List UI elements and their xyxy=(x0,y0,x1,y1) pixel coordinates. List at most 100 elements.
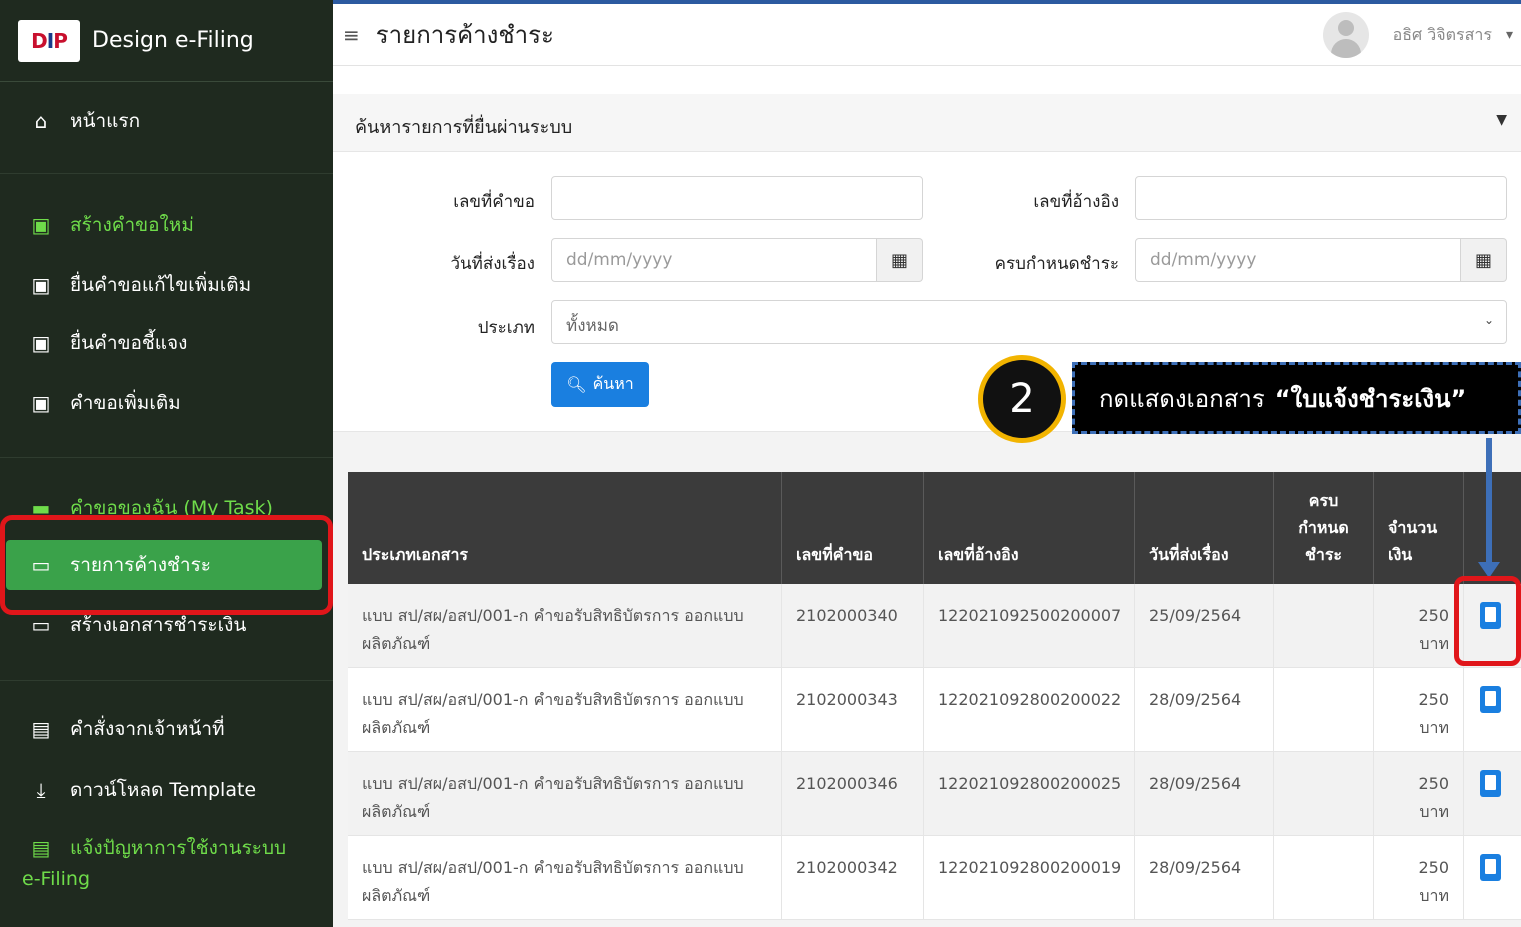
request-no-input[interactable] xyxy=(551,176,923,220)
cell-amount: 250 บาท xyxy=(1374,668,1464,752)
search-button-label: ค้นหา xyxy=(592,374,634,393)
table-row: แบบ สป/สผ/อสป/001-ก คำขอรับสิทธิบัตรการ … xyxy=(348,584,1521,668)
cell-amount: 250 บาท xyxy=(1374,836,1464,920)
sidebar-item-amend-request[interactable]: ▣ ยื่นคำขอแก้ไขเพิ่มเติม xyxy=(0,260,333,310)
cell-request-no: 2102000342 xyxy=(782,836,924,920)
calendar-icon[interactable]: ▦ xyxy=(877,238,923,282)
file-plus-icon: ▣ xyxy=(31,331,51,355)
sidebar-item-label: ดาวน์โหลด Template xyxy=(70,779,257,801)
calendar-icon[interactable]: ▦ xyxy=(1461,238,1507,282)
amount-unit: บาท xyxy=(1419,802,1449,821)
cell-amount: 250 บาท xyxy=(1374,752,1464,836)
search-icon: 🔍︎ xyxy=(566,375,587,394)
dip-logo: DIP xyxy=(18,19,80,62)
amount-unit: บาท xyxy=(1419,886,1449,905)
menu-toggle-icon[interactable]: ≡ xyxy=(343,23,360,47)
cell-due-date xyxy=(1274,752,1374,836)
type-select-value: ทั้งหมด xyxy=(566,316,619,336)
column-header-due-date: ครบ กำหนด ชำระ xyxy=(1274,472,1374,584)
file-icon: ▤ xyxy=(31,717,51,741)
sidebar-divider xyxy=(0,173,333,174)
column-header-reference-no: เลขที่อ้างอิง xyxy=(924,472,1135,584)
cell-reference-no: 122021092500200007 xyxy=(924,584,1135,668)
instruction-text: กดแสดงเอกสาร xyxy=(1099,384,1265,413)
search-panel-title: ค้นหารายการที่ยื่นผ่านระบบ xyxy=(355,117,573,138)
sidebar-divider xyxy=(0,457,333,458)
search-button[interactable]: 🔍︎ ค้นหา xyxy=(551,362,649,407)
sidebar-item-label: คำขอเพิ่มเติม xyxy=(70,392,181,414)
amount-value: 250 xyxy=(1418,690,1449,709)
brand[interactable]: DIP Design e-Filing xyxy=(0,0,333,82)
payment-card-icon: ▭ xyxy=(31,613,51,637)
sidebar-item-label: ยื่นคำขอแก้ไขเพิ่มเติม xyxy=(70,274,252,296)
submit-date-input[interactable]: dd/mm/yyyy xyxy=(551,238,877,282)
sidebar-item-download-template[interactable]: ⤓ ดาวน์โหลด Template xyxy=(0,765,333,815)
cell-request-no: 2102000340 xyxy=(782,584,924,668)
cell-reference-no: 122021092800200019 xyxy=(924,836,1135,920)
file-plus-icon: ▣ xyxy=(31,213,51,237)
amount-value: 250 xyxy=(1418,774,1449,793)
document-icon[interactable] xyxy=(1480,686,1501,713)
file-icon: ▤ xyxy=(31,836,51,860)
step-number-badge: 2 xyxy=(978,355,1066,443)
top-bar: ≡ รายการค้างชำระ อธิศ วิจิตรสาร ▾ xyxy=(333,4,1521,66)
caret-down-icon[interactable]: ▼ xyxy=(1496,112,1507,128)
document-icon[interactable] xyxy=(1480,854,1501,881)
download-icon: ⤓ xyxy=(36,778,46,802)
sidebar-item-report-problem[interactable]: ▤ แจ้งปัญหาการใช้งานระบบ xyxy=(0,823,333,873)
table-header: ประเภทเอกสาร เลขที่คำขอ เลขที่อ้างอิง วั… xyxy=(348,472,1521,584)
chevron-down-icon: ▾ xyxy=(1505,27,1513,43)
search-panel-header[interactable]: ค้นหารายการที่ยื่นผ่านระบบ ▼ xyxy=(333,94,1521,152)
sidebar-item-clarification[interactable]: ▣ ยื่นคำขอชี้แจง xyxy=(0,318,333,368)
pointer-arrow xyxy=(1486,438,1492,568)
due-date-label: ครบกำหนดชำระ xyxy=(994,254,1119,274)
document-icon[interactable] xyxy=(1480,770,1501,797)
cell-reference-no: 122021092800200025 xyxy=(924,752,1135,836)
column-header-submit-date: วันที่ส่งเรื่อง xyxy=(1135,472,1274,584)
sidebar-item-officer-orders[interactable]: ▤ คำสั่งจากเจ้าหน้าที่ xyxy=(0,704,333,754)
amount-value: 250 xyxy=(1418,858,1449,877)
due-date-input[interactable]: dd/mm/yyyy xyxy=(1135,238,1461,282)
user-menu[interactable]: อธิศ วิจิตรสาร ▾ xyxy=(1322,12,1521,58)
table-row: แบบ สป/สผ/อสป/001-ก คำขอรับสิทธิบัตรการ … xyxy=(348,836,1521,920)
reference-no-label: เลขที่อ้างอิง xyxy=(1033,192,1119,212)
highlight-box-document-icon xyxy=(1454,576,1521,666)
amount-unit: บาท xyxy=(1419,634,1449,653)
user-name: อธิศ วิจิตรสาร xyxy=(1392,24,1492,44)
submit-date-label: วันที่ส่งเรื่อง xyxy=(450,254,535,274)
instruction-callout: กดแสดงเอกสาร “ใบแจ้งชำระเงิน” xyxy=(1072,362,1521,434)
file-plus-icon: ▣ xyxy=(31,273,51,297)
cell-submit-date: 28/09/2564 xyxy=(1135,752,1274,836)
cell-doc-type: แบบ สป/สผ/อสป/001-ก คำขอรับสิทธิบัตรการ … xyxy=(348,584,782,668)
page-title: รายการค้างชำระ xyxy=(375,21,554,49)
brand-title: Design e-Filing xyxy=(92,28,254,53)
sidebar-item-additional-request[interactable]: ▣ คำขอเพิ่มเติม xyxy=(0,378,333,428)
cell-amount: 250 บาท xyxy=(1374,584,1464,668)
cell-due-date xyxy=(1274,584,1374,668)
cell-due-date xyxy=(1274,668,1374,752)
sidebar-item-home[interactable]: ⌂ หน้าแรก xyxy=(0,96,333,146)
highlight-box-sidebar xyxy=(0,515,333,615)
sidebar: DIP Design e-Filing ⌂ หน้าแรก ▣ สร้างคำข… xyxy=(0,0,333,927)
sidebar-item-label-continued: e-Filing xyxy=(22,868,91,890)
cell-submit-date: 25/09/2564 xyxy=(1135,584,1274,668)
table-row: แบบ สป/สผ/อสป/001-ก คำขอรับสิทธิบัตรการ … xyxy=(348,668,1521,752)
cell-submit-date: 28/09/2564 xyxy=(1135,836,1274,920)
reference-no-input[interactable] xyxy=(1135,176,1507,220)
sidebar-item-label: แจ้งปัญหาการใช้งานระบบ xyxy=(70,837,287,859)
column-header-request-no: เลขที่คำขอ xyxy=(782,472,924,584)
instruction-bold-text: “ใบแจ้งชำระเงิน” xyxy=(1274,384,1467,413)
type-select[interactable]: ทั้งหมด ⌄ xyxy=(551,300,1507,344)
cell-doc-type: แบบ สป/สผ/อสป/001-ก คำขอรับสิทธิบัตรการ … xyxy=(348,668,782,752)
sidebar-item-label: ยื่นคำขอชี้แจง xyxy=(70,332,188,354)
column-header-amount: จำนวน เงิน xyxy=(1374,472,1464,584)
chevron-down-icon: ⌄ xyxy=(1483,313,1494,327)
avatar xyxy=(1322,12,1369,58)
home-icon: ⌂ xyxy=(34,109,48,133)
request-no-label: เลขที่คำขอ xyxy=(453,192,535,212)
sidebar-item-label: สร้างคำขอใหม่ xyxy=(70,214,194,236)
sidebar-item-label: คำสั่งจากเจ้าหน้าที่ xyxy=(70,718,225,740)
cell-doc-type: แบบ สป/สผ/อสป/001-ก คำขอรับสิทธิบัตรการ … xyxy=(348,836,782,920)
amount-unit: บาท xyxy=(1419,718,1449,737)
sidebar-item-new-request[interactable]: ▣ สร้างคำขอใหม่ xyxy=(0,200,333,250)
